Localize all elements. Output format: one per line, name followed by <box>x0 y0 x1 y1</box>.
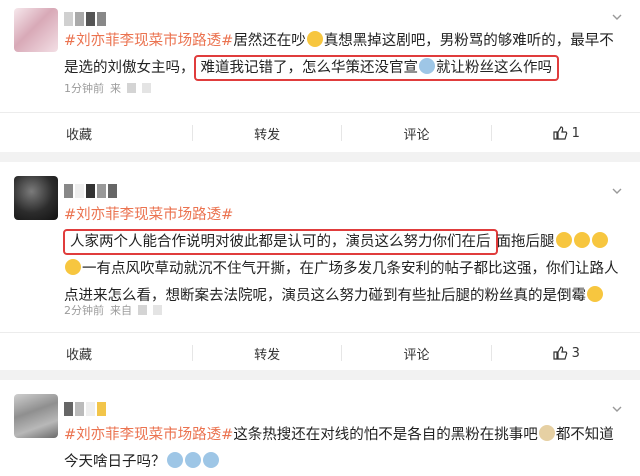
highlight-box: 难道我记错了，怎么华策还没官宣 就让粉丝这么作吗 <box>193 55 559 81</box>
doge-emoji-icon <box>166 452 183 468</box>
post-meta: 2分钟前 来自 <box>64 302 162 318</box>
action-bar: 收藏 转发 评论 1 <box>0 113 640 153</box>
topic-link[interactable]: #刘亦菲李现菜市场路透# <box>64 427 233 443</box>
post-text: #刘亦菲李现菜市场路透#居然还在吵 真想黑掉这剧吧，男粉骂的够难听的，最早不是选的… <box>64 28 626 82</box>
chevron-down-icon[interactable] <box>612 186 622 196</box>
like-count: 3 <box>571 345 580 361</box>
chevron-down-icon[interactable] <box>612 12 622 22</box>
smiley-emoji-icon <box>65 259 81 275</box>
like-button[interactable]: 1 <box>492 125 640 141</box>
thumbs-up-icon <box>552 125 568 141</box>
dog-emoji-icon <box>538 425 555 441</box>
yawn-emoji-icon <box>306 31 323 47</box>
avatar[interactable] <box>14 394 58 438</box>
smiley-emoji-icon <box>555 232 572 248</box>
smiley-emoji-icon <box>591 232 608 248</box>
like-count: 1 <box>571 125 580 141</box>
topic-link[interactable]: #刘亦菲李现菜市场路透# <box>64 207 233 223</box>
like-button[interactable]: 3 <box>492 345 640 361</box>
username-blurred[interactable] <box>64 184 117 198</box>
avatar[interactable] <box>14 176 58 220</box>
collect-button[interactable]: 收藏 <box>0 124 192 143</box>
avatar[interactable] <box>14 8 58 52</box>
source-label: 来 <box>110 82 121 95</box>
username-blurred[interactable] <box>64 12 106 26</box>
doge-emoji-icon <box>202 452 219 468</box>
doge-emoji-icon <box>184 452 201 468</box>
repost-button[interactable]: 转发 <box>193 124 341 143</box>
post-card-2: #刘亦菲李现菜市场路透# 人家两个人能合作说明对彼此都是认可的，演员这么努力你们在… <box>0 162 640 370</box>
yawn-emoji-icon <box>587 286 603 302</box>
topic-link[interactable]: #刘亦菲李现菜市场路透# <box>64 33 233 49</box>
post-text: #刘亦菲李现菜市场路透# 人家两个人能合作说明对彼此都是认可的，演员这么努力你们在… <box>63 207 619 304</box>
username-blurred[interactable] <box>64 402 106 416</box>
chevron-down-icon[interactable] <box>612 404 622 414</box>
doge-emoji-icon <box>419 58 435 74</box>
collect-button[interactable]: 收藏 <box>0 344 192 363</box>
highlight-box: 人家两个人能合作说明对彼此都是认可的，演员这么努力你们在后 <box>63 229 498 255</box>
post-meta: 1分钟前 来 <box>64 80 151 96</box>
action-bar: 收藏 转发 评论 3 <box>0 333 640 373</box>
comment-button[interactable]: 评论 <box>342 344 490 363</box>
timestamp: 1分钟前 <box>64 82 104 95</box>
post-text: #刘亦菲李现菜市场路透#这条热搜还在对线的怕不是各自的黑粉在挑事吧 都不知道今天啥… <box>64 425 614 470</box>
post-card-3: #刘亦菲李现菜市场路透#这条热搜还在对线的怕不是各自的黑粉在挑事吧 都不知道今天啥… <box>0 380 640 476</box>
repost-button[interactable]: 转发 <box>193 344 341 363</box>
comment-button[interactable]: 评论 <box>342 124 490 143</box>
thumbs-up-icon <box>552 345 568 361</box>
source-label: 来自 <box>110 304 132 317</box>
timestamp: 2分钟前 <box>64 304 104 317</box>
smiley-emoji-icon <box>573 232 590 248</box>
post-card-1: #刘亦菲李现菜市场路透#居然还在吵 真想黑掉这剧吧，男粉骂的够难听的，最早不是选的… <box>0 0 640 152</box>
